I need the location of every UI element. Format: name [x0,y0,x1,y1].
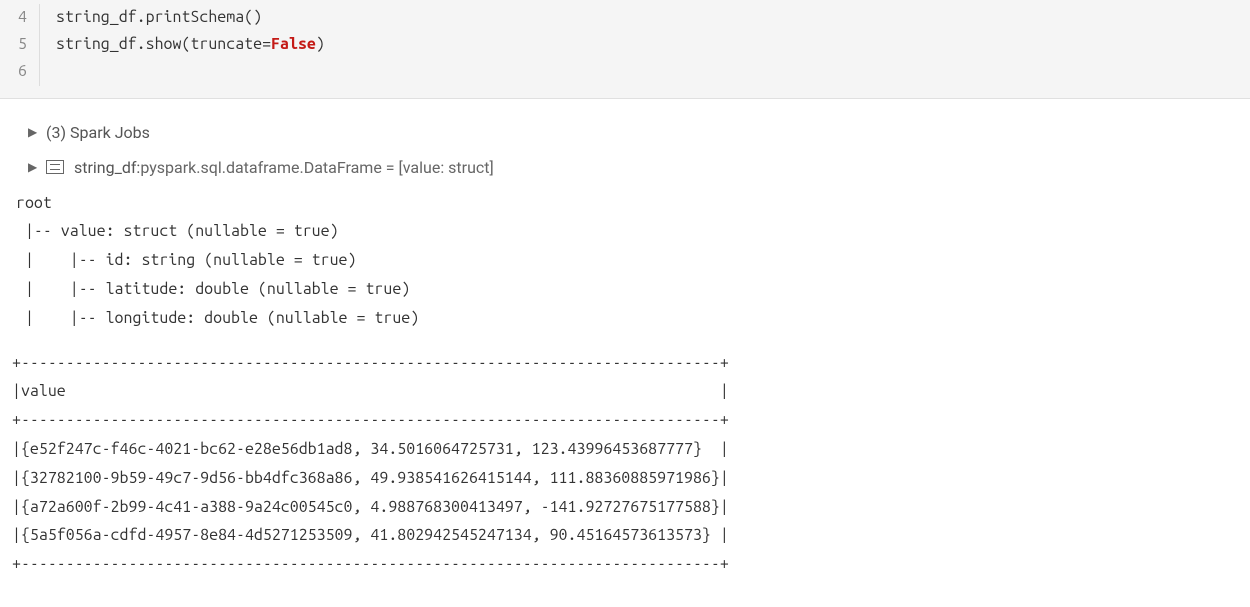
expand-arrow-icon: ▶ [28,125,38,139]
code-line[interactable]: 5 string_df.show(truncate=False) [0,31,1250,58]
code-line[interactable]: 6 [0,58,1250,85]
schema-output: root |-- value: struct (nullable = true)… [8,185,1242,337]
code-editor[interactable]: 4 string_df.printSchema() 5 string_df.show(… [0,0,1250,99]
code-line[interactable]: 4 string_df.printSchema() [0,4,1250,31]
dataframe-name: string_df: [74,158,140,177]
code-content[interactable]: string_df.printSchema() [56,4,262,31]
table-output: +---------------------------------------… [8,337,1242,583]
line-number: 4 [0,4,40,31]
dataframe-type: pyspark.sql.dataframe.DataFrame = [value… [140,158,493,177]
expand-arrow-icon: ▶ [28,160,38,174]
line-number: 6 [0,58,40,85]
table-icon [46,160,64,174]
code-content[interactable]: string_df.show(truncate=False) [56,31,325,58]
spark-jobs-row[interactable]: ▶ (3) Spark Jobs [8,115,1242,150]
dataframe-row[interactable]: ▶ string_df: pyspark.sql.dataframe.DataF… [8,150,1242,185]
output-section: ▶ (3) Spark Jobs ▶ string_df: pyspark.sq… [0,99,1250,599]
spark-jobs-label: (3) Spark Jobs [46,123,150,142]
line-number: 5 [0,31,40,58]
